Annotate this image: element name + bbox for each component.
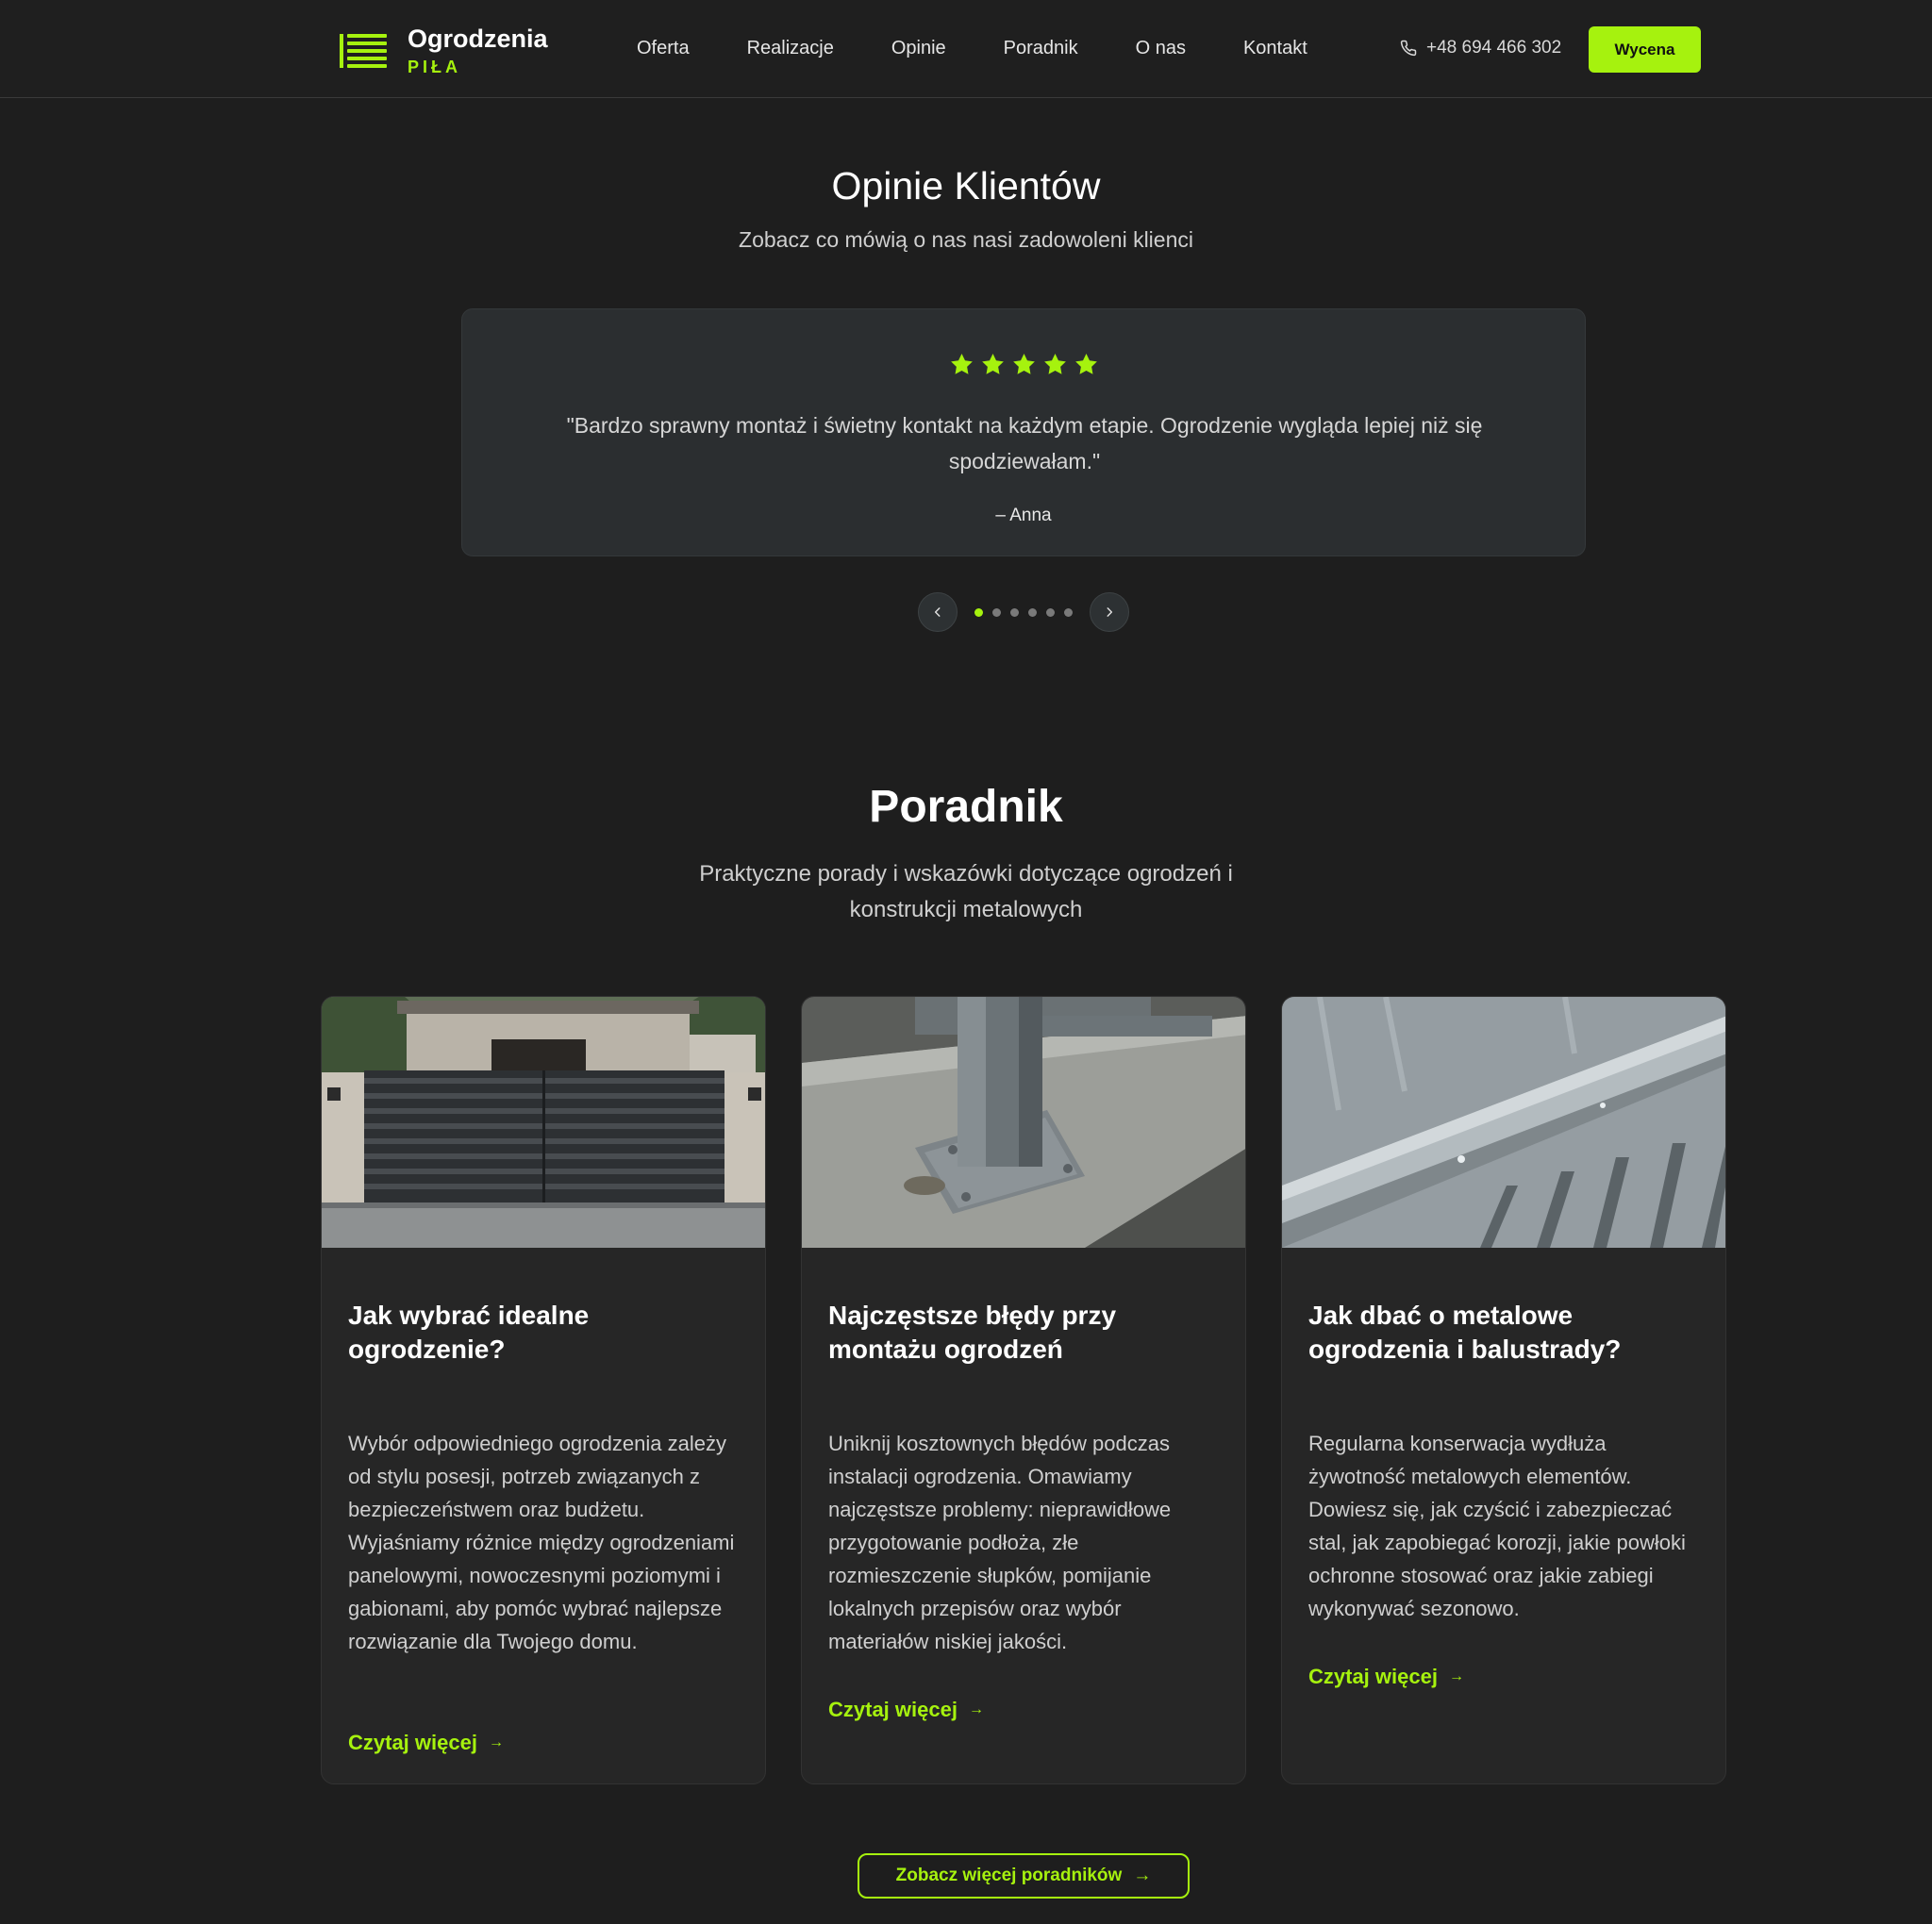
rating-stars: [462, 352, 1585, 377]
slider-dot[interactable]: [1046, 607, 1055, 617]
star-icon: [1043, 354, 1066, 374]
guide-card-text: Regularna konserwacja wydłuża żywotność …: [1308, 1432, 1686, 1620]
chevron-right-icon: [1107, 607, 1113, 617]
guides-title: Poradnik: [869, 782, 1063, 832]
guides-subtitle: Praktyczne porady i wskazówki dotyczące …: [699, 861, 1233, 922]
phone-number: +48 694 466 302: [1426, 38, 1562, 58]
more-guides-label: Zobacz więcej poradników: [895, 1866, 1123, 1885]
logo[interactable]: Ogrodzenia PIŁA: [340, 23, 548, 79]
review-slider-controls: [918, 591, 1129, 633]
logo-title: Ogrodzenia: [408, 25, 548, 53]
guide-image-gate: [322, 997, 765, 1248]
read-more-link[interactable]: Czytaj więcej →: [348, 1731, 504, 1755]
quote-button[interactable]: Wycena: [1589, 26, 1701, 73]
guide-card-text: Wybór odpowiedniego ogrodzenia zależy od…: [348, 1432, 735, 1653]
slider-dots: [974, 607, 1073, 617]
logo-subtitle: PIŁA: [408, 58, 462, 76]
star-icon: [1012, 354, 1035, 374]
phone-link[interactable]: +48 694 466 302: [1400, 36, 1561, 60]
review-author: – Anna: [995, 506, 1052, 525]
guide-card[interactable]: Jak wybrać idealne ogrodzenie? Wybór odp…: [321, 996, 766, 1784]
read-more-label: Czytaj więcej: [348, 1731, 477, 1754]
arrow-right-icon: →: [488, 1734, 504, 1750]
nav-item-poradnik[interactable]: Poradnik: [1004, 36, 1078, 60]
arrow-right-icon: →: [1133, 1866, 1152, 1885]
review-card: "Bardzo sprawny montaż i świetny kontakt…: [461, 308, 1586, 556]
guide-card-title[interactable]: Jak dbać o metalowe ogrodzenia i balustr…: [1308, 1299, 1705, 1367]
slider-dot[interactable]: [1010, 607, 1019, 617]
guide-card[interactable]: Jak dbać o metalowe ogrodzenia i balustr…: [1281, 996, 1726, 1784]
review-quote: "Bardzo sprawny montaż i świetny kontakt…: [566, 413, 1483, 473]
nav-item-o-nas[interactable]: O nas: [1136, 36, 1186, 60]
prev-review-button[interactable]: [918, 592, 958, 632]
guide-image-railing: [1282, 997, 1725, 1248]
slider-dot[interactable]: [1028, 607, 1037, 617]
arrow-right-icon: →: [1448, 1668, 1464, 1684]
slider-dot[interactable]: [1064, 607, 1073, 617]
star-icon: [981, 354, 1004, 374]
guide-card-title[interactable]: Najczęstsze błędy przy montażu ogrodzeń: [828, 1299, 1224, 1367]
star-icon: [950, 354, 973, 374]
phone-icon: [1400, 40, 1417, 57]
reviews-title: Opinie Klientów: [831, 164, 1101, 207]
slider-dot[interactable]: [974, 607, 983, 617]
star-icon: [1074, 354, 1097, 374]
nav-item-opinie[interactable]: Opinie: [891, 36, 946, 60]
logo-icon: [340, 30, 387, 72]
slider-dot[interactable]: [992, 607, 1001, 617]
next-review-button[interactable]: [1090, 592, 1129, 632]
guide-card-text: Uniknij kosztownych błędów podczas insta…: [828, 1432, 1172, 1653]
nav-item-oferta[interactable]: Oferta: [637, 36, 690, 60]
guide-card[interactable]: Najczęstsze błędy przy montażu ogrodzeń …: [801, 996, 1246, 1784]
site-header: Ogrodzenia PIŁA Oferta Realizacje Opinie…: [0, 0, 1932, 98]
read-more-link[interactable]: Czytaj więcej →: [828, 1698, 984, 1722]
nav-item-realizacje[interactable]: Realizacje: [747, 36, 834, 60]
nav-item-kontakt[interactable]: Kontakt: [1243, 36, 1307, 60]
read-more-label: Czytaj więcej: [1308, 1665, 1438, 1688]
chevron-left-icon: [934, 607, 941, 617]
more-guides-button[interactable]: Zobacz więcej poradników →: [858, 1853, 1190, 1899]
read-more-link[interactable]: Czytaj więcej →: [1308, 1665, 1464, 1689]
arrow-right-icon: →: [968, 1701, 984, 1717]
read-more-label: Czytaj więcej: [828, 1698, 958, 1721]
guide-image-post-base: [802, 997, 1245, 1248]
reviews-subtitle: Zobacz co mówią o nas nasi zadowoleni kl…: [739, 227, 1193, 252]
guide-card-title[interactable]: Jak wybrać idealne ogrodzenie?: [348, 1299, 744, 1367]
main-nav: Oferta Realizacje Opinie Poradnik O nas …: [637, 36, 1307, 60]
